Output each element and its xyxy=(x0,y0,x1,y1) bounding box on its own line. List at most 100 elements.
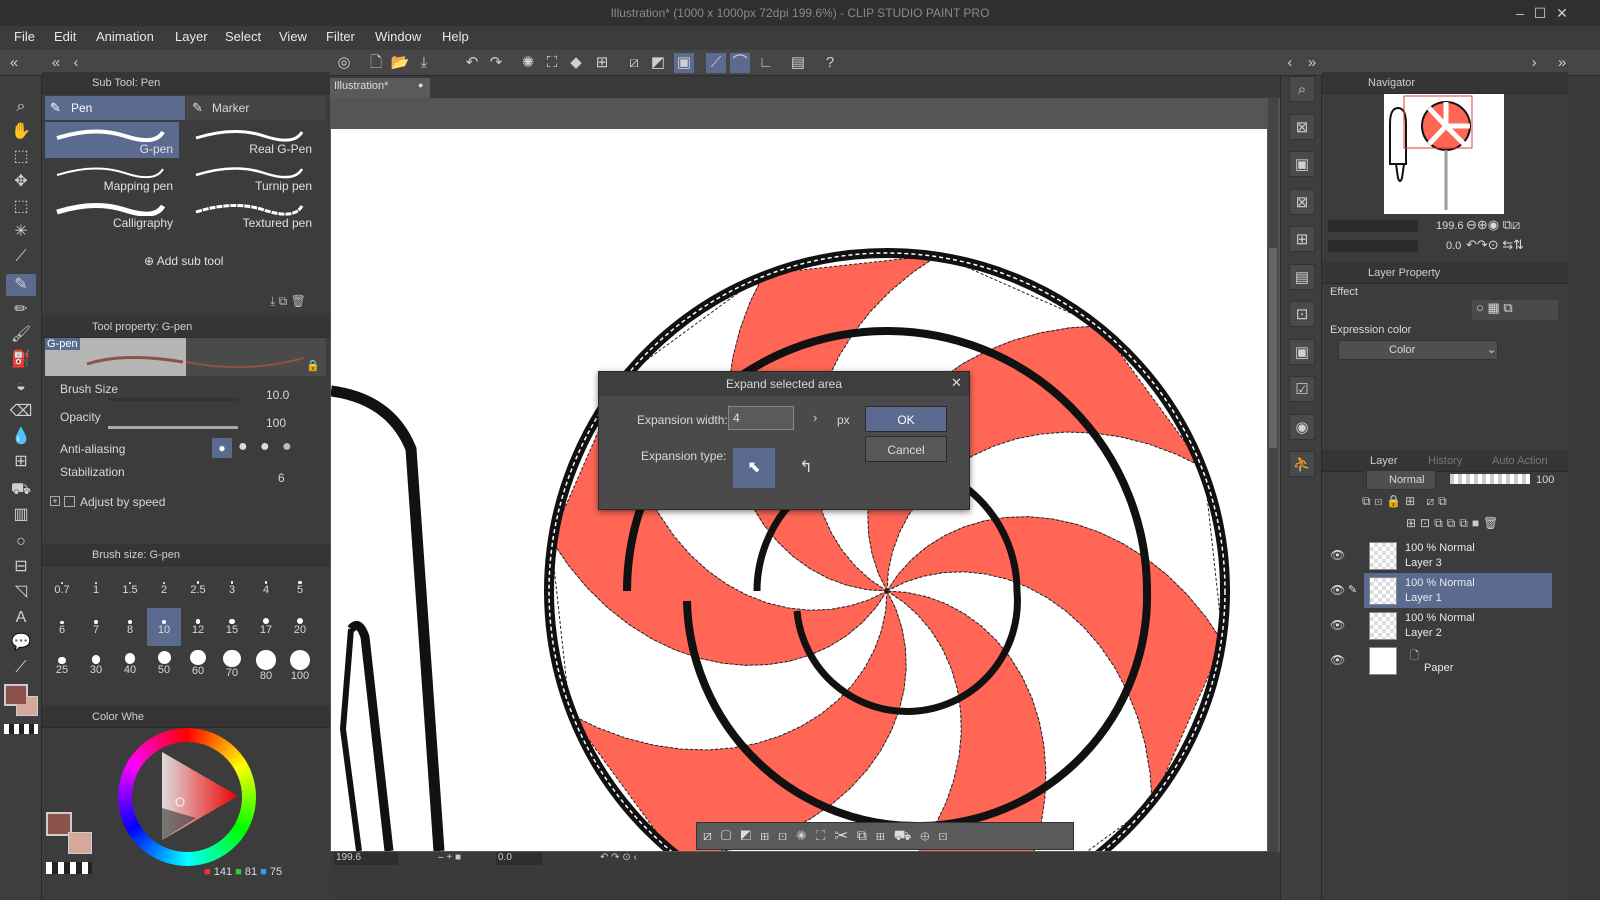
eye-icon[interactable]: 👁 xyxy=(1330,548,1345,562)
frame-border-tool-icon[interactable]: ◹ xyxy=(6,581,36,603)
brush-size-option[interactable]: 80 xyxy=(249,648,283,686)
brush-size-option[interactable]: 70 xyxy=(215,648,249,686)
brush-size-option[interactable]: 4 xyxy=(249,568,283,606)
transparent-color-swatch[interactable] xyxy=(4,724,38,734)
undo-icon[interactable]: ↶ xyxy=(462,53,482,73)
invert-selection-icon[interactable]: ◩ xyxy=(648,53,668,73)
trash-icon[interactable]: 🗑 xyxy=(291,294,306,308)
brush-size-option[interactable]: 0.7 xyxy=(45,568,79,606)
material-edit-icon[interactable]: ☑ xyxy=(1289,376,1315,402)
deselect-icon[interactable]: ⧄ xyxy=(624,53,644,73)
launcher-icons[interactable]: ⧄▢◩⊞⊡✺⛶✂⧉⊞⛟⊕⊡ xyxy=(703,827,956,846)
chevron-right-icon[interactable]: › xyxy=(813,410,817,425)
menu-layer[interactable]: Layer xyxy=(175,29,208,44)
layer-row[interactable]: 👁 100 % Normal Layer 2 xyxy=(1322,608,1552,643)
tab-auto-action[interactable]: Auto Action xyxy=(1492,450,1548,472)
airbrush-tool-icon[interactable]: ⛽ xyxy=(6,349,36,371)
brush-size-option[interactable]: 40 xyxy=(113,648,147,686)
brush-g-pen[interactable]: G-pen xyxy=(45,122,179,158)
gradient-tool-icon[interactable]: ▥ xyxy=(6,504,36,526)
decoration-tool-icon[interactable]: ◒ xyxy=(6,376,36,398)
dialog-close-icon[interactable]: ✕ xyxy=(951,375,962,391)
expression-color-select[interactable]: Color ⌄ xyxy=(1338,340,1498,360)
ruler-tool-icon[interactable]: ⊟ xyxy=(6,556,36,578)
search-icon[interactable]: ⌕ xyxy=(1289,76,1315,102)
help-icon[interactable]: ? xyxy=(820,53,840,73)
angle-readout[interactable]: 0.0 xyxy=(496,852,542,865)
transform-icon[interactable]: ⊞ xyxy=(592,53,612,73)
text-tool-icon[interactable]: A xyxy=(6,607,36,629)
brush-size-option[interactable]: 7 xyxy=(79,608,113,646)
aa-strong-icon[interactable]: ● xyxy=(282,438,292,456)
brush-size-slider[interactable] xyxy=(108,398,238,401)
tab-history[interactable]: History xyxy=(1428,450,1462,472)
layer-row[interactable]: 👁 100 % Normal Layer 3 xyxy=(1322,538,1552,573)
navigator-preview[interactable] xyxy=(1384,94,1504,214)
brush-size-option[interactable]: 15 xyxy=(215,608,249,646)
new-file-icon[interactable]: 🗋 xyxy=(366,53,386,73)
eye-icon[interactable]: 👁 xyxy=(1330,618,1345,632)
save-icon[interactable]: ⤓ xyxy=(414,53,434,73)
balloon-tool-icon[interactable]: 💬 xyxy=(6,632,36,654)
brush-tool-icon[interactable]: 🖌 xyxy=(6,324,36,346)
eyedropper-tool-icon[interactable]: ⟋ xyxy=(6,246,36,268)
expansion-square-icon[interactable]: ⬉ xyxy=(733,448,775,488)
cancel-button[interactable]: Cancel xyxy=(865,436,947,462)
clear-icon[interactable]: ✺ xyxy=(518,53,538,73)
aa-none-icon[interactable]: ● xyxy=(212,438,232,458)
sub-color-box[interactable] xyxy=(68,832,92,854)
material-3d-icon[interactable]: ⊡ xyxy=(1289,301,1315,327)
brush-size-option[interactable]: 25 xyxy=(45,648,79,686)
expand-icon[interactable]: + xyxy=(50,496,60,506)
zoom-controls[interactable]: – + ■ xyxy=(438,852,461,863)
layer-row[interactable]: 👁 ✎ 100 % Normal Layer 1 xyxy=(1322,573,1552,608)
menu-help[interactable]: Help xyxy=(442,29,469,44)
rotate-controls[interactable]: ↶ ↷ ⊙ ‹ xyxy=(600,852,637,863)
collapse-left-icon[interactable]: « xyxy=(4,53,24,73)
brush-size-option[interactable]: 30 xyxy=(79,648,113,686)
eye-icon[interactable]: 👁 xyxy=(1330,653,1345,667)
aa-mid-icon[interactable]: ● xyxy=(260,438,270,456)
scroll-thumb[interactable] xyxy=(1269,248,1277,448)
pen-tool-icon[interactable]: ✎ xyxy=(6,274,36,296)
material-grid-icon[interactable]: ⊞ xyxy=(1289,226,1315,252)
opacity-slider[interactable] xyxy=(108,426,238,429)
vertical-scrollbar[interactable] xyxy=(1268,98,1278,852)
device-icon[interactable]: ▤ xyxy=(788,53,808,73)
object-tool-icon[interactable]: ⬚ xyxy=(6,146,36,168)
brush-size-option[interactable]: 60 xyxy=(181,648,215,686)
material-close-icon[interactable]: ⊠ xyxy=(1289,189,1315,215)
import-icon[interactable]: ⤓ xyxy=(270,294,275,308)
tab-marker[interactable]: Marker xyxy=(186,96,326,120)
stabilization-row[interactable]: Stabilization 6 xyxy=(48,463,316,487)
expansion-width-input[interactable] xyxy=(728,406,794,430)
brush-mapping-pen[interactable]: Mapping pen xyxy=(45,159,179,195)
adjust-checkbox[interactable] xyxy=(64,496,75,507)
show-selection-icon[interactable]: ▣ xyxy=(674,53,694,73)
brush-size-option[interactable]: 2.5 xyxy=(181,568,215,606)
blend-mode-select[interactable]: Normal xyxy=(1366,470,1436,490)
brush-size-option[interactable]: 50 xyxy=(147,648,181,686)
close-icon[interactable]: ✕ xyxy=(1552,4,1572,22)
material-camera-icon[interactable]: ◉ xyxy=(1289,414,1315,440)
expansion-round-icon[interactable]: ↰ xyxy=(785,448,827,488)
frame-tool-icon[interactable]: ⊞ xyxy=(6,451,36,473)
brush-calligraphy[interactable]: Calligraphy xyxy=(45,196,179,232)
tab-pen[interactable]: Pen xyxy=(45,96,185,120)
collapse-right-icon[interactable]: » xyxy=(1552,53,1572,73)
material-image-icon[interactable]: ▤ xyxy=(1289,264,1315,290)
zoom-readout[interactable]: 199.6 xyxy=(334,852,398,865)
fill-icon[interactable]: ◆ xyxy=(566,53,586,73)
material-frame-icon[interactable]: ▣ xyxy=(1289,339,1315,365)
open-file-icon[interactable]: 📂 xyxy=(390,53,410,73)
tab-illustration[interactable]: Illustration* ● xyxy=(330,78,430,98)
layer-row[interactable]: 👁 🗋 Paper xyxy=(1322,643,1552,678)
brush-real-g-pen[interactable]: Real G-Pen xyxy=(184,122,318,158)
lock-icon[interactable]: 🔒 xyxy=(306,359,320,372)
brush-size-option[interactable]: 6 xyxy=(45,608,79,646)
chevron-right-icon[interactable]: › xyxy=(1524,53,1544,73)
menu-filter[interactable]: Filter xyxy=(326,29,355,44)
brush-size-option[interactable]: 20 xyxy=(283,608,317,646)
brush-size-option[interactable]: 3 xyxy=(215,568,249,606)
opacity-row[interactable]: Opacity 100 xyxy=(48,408,316,432)
